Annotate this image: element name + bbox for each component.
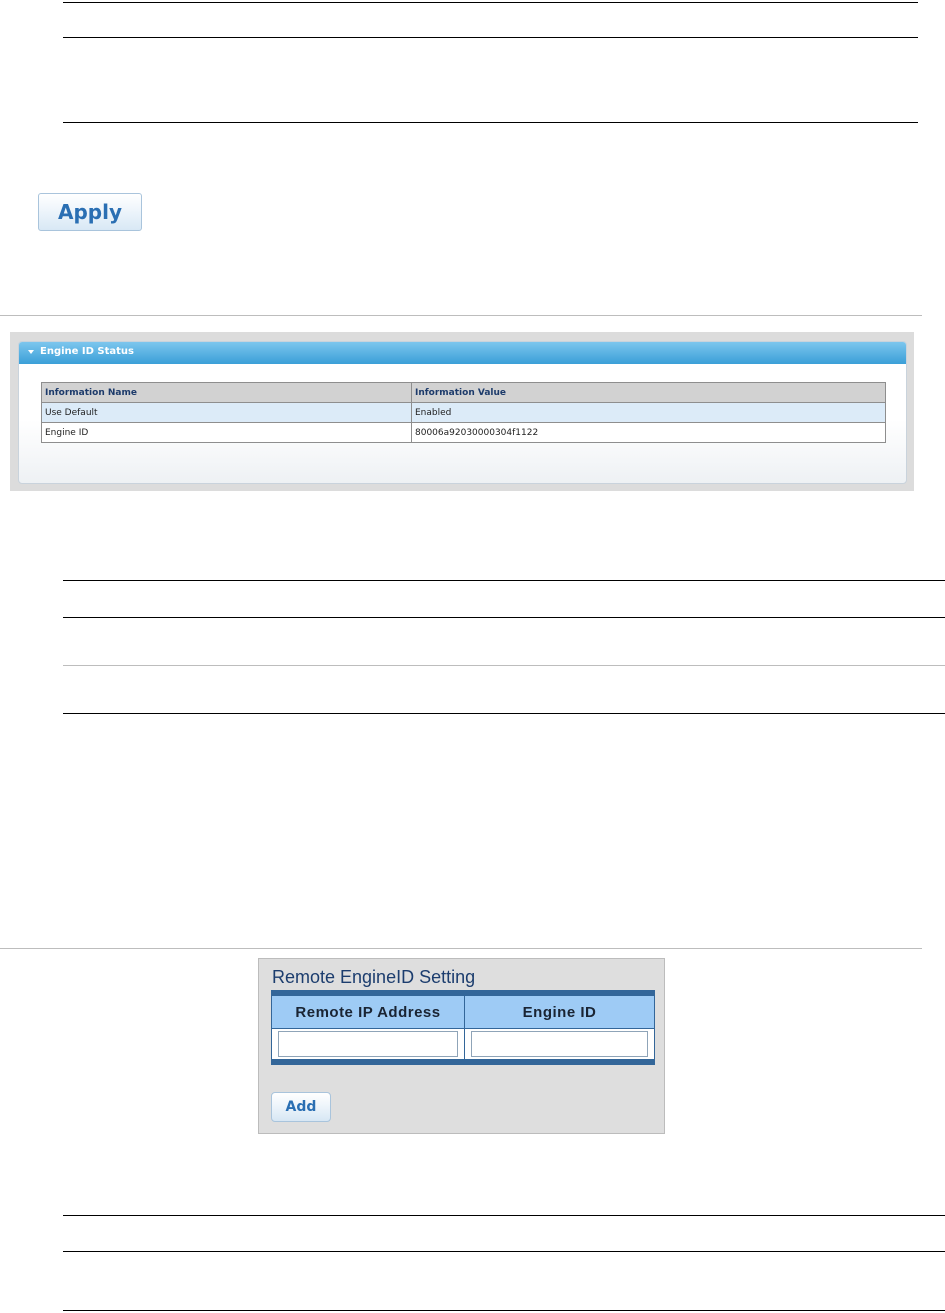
engine-id-cell [464,1028,655,1060]
engine-id-header: Engine ID [464,995,655,1029]
remote-ip-address-input[interactable] [278,1031,458,1057]
table-row: Use Default Enabled [41,402,886,423]
table-row: Engine ID 80006a92030000304f1122 [41,422,886,443]
add-button[interactable]: Add [271,1092,331,1122]
remote-engineid-setting-panel: Remote EngineID Setting Remote IP Addres… [258,958,665,1134]
table-rule [63,2,918,3]
information-value-cell: 80006a92030000304f1122 [411,422,886,443]
engine-id-status-title: Engine ID Status [40,346,135,357]
engine-id-status-panel: Engine ID Status Information Name Inform… [10,332,914,491]
section-divider [0,315,922,316]
section-divider [0,948,922,949]
remote-engineid-setting-title: Remote EngineID Setting [272,967,476,987]
table-rule [63,1310,945,1311]
remote-ip-cell [271,1028,465,1060]
collapse-arrow-icon[interactable] [28,350,34,354]
remote-engineid-table-wrap: Remote IP Address Engine ID [271,990,655,1065]
information-name-cell: Engine ID [41,422,412,443]
table-rule [63,1251,945,1252]
table-rule [63,1215,945,1216]
engine-id-status-header[interactable]: Engine ID Status [19,342,906,364]
table-rule [63,617,945,618]
table-rule [63,37,918,38]
table-rule [63,713,945,714]
engine-id-input[interactable] [471,1031,648,1057]
table-rule [63,665,945,666]
information-value-cell: Enabled [411,402,886,423]
engine-id-status-table: Information Name Information Value Use D… [41,382,886,443]
column-header: Information Name [41,382,412,403]
remote-ip-address-header: Remote IP Address [271,995,465,1029]
apply-button[interactable]: Apply [38,193,142,231]
table-rule [63,122,918,123]
table-rule [63,580,945,581]
column-header: Information Value [411,382,886,403]
engine-id-status-box: Engine ID Status Information Name Inform… [18,341,907,484]
information-name-cell: Use Default [41,402,412,423]
table-bottom-bar [271,1060,655,1065]
remote-engineid-table: Remote IP Address Engine ID [271,995,655,1060]
